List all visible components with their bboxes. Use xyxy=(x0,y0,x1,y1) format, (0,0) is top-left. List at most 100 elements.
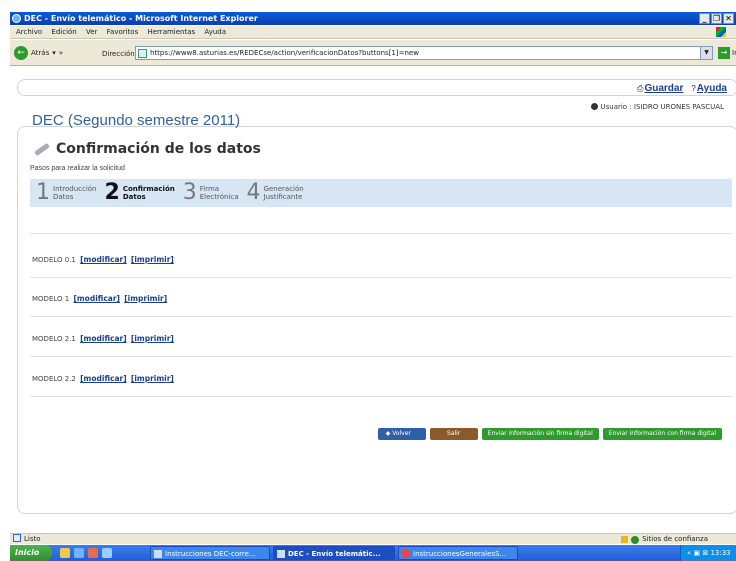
salir-button[interactable]: Salir xyxy=(429,428,478,440)
modelo-name: MODELO 2.2 xyxy=(32,375,76,383)
menu-favoritos[interactable]: Favoritos xyxy=(107,28,139,36)
menu-ver[interactable]: Ver xyxy=(86,28,97,36)
task-label: InstruccionesGeneralesS... xyxy=(413,550,507,558)
menu-archivo[interactable]: Archivo xyxy=(16,28,42,36)
imprimir-link[interactable]: [imprimir] xyxy=(131,255,174,264)
chevron-down-icon[interactable]: ▾ xyxy=(52,49,56,57)
ayuda-link-group[interactable]: ?Ayuda xyxy=(691,83,727,94)
task-dec-envio[interactable]: DEC - Envío telemátic... xyxy=(273,546,395,560)
maximize-button[interactable]: ❐ xyxy=(711,13,722,24)
user-icon xyxy=(591,103,599,110)
step-label-line1: Introducción xyxy=(53,185,97,193)
modificar-link[interactable]: [modificar] xyxy=(80,255,127,264)
send-with-signature-button[interactable]: Enviar información con firma digital xyxy=(602,428,722,440)
send-without-signature-button[interactable]: Enviar información sin firma digital xyxy=(481,428,599,440)
step-label: Firma Electrónica xyxy=(200,185,239,201)
page-status-icon xyxy=(13,534,21,542)
steps-bar: 1 Introducción Datos 2 Confirmación Datos … xyxy=(30,179,732,207)
menu-bar: Archivo Edición Ver Favoritos Herramient… xyxy=(10,26,736,39)
browser-icon[interactable] xyxy=(88,548,98,558)
page-icon xyxy=(138,49,147,58)
modelo-name: MODELO 2.1 xyxy=(32,335,76,343)
step-2: 2 Confirmación Datos xyxy=(105,182,175,204)
ie-task-icon xyxy=(277,550,285,558)
back-button[interactable]: ← Atrás ▾ » xyxy=(14,45,63,61)
pencil-icon xyxy=(34,142,50,156)
close-button[interactable]: ✕ xyxy=(723,13,734,24)
go-button[interactable]: → Ir xyxy=(718,47,736,59)
app-icon[interactable] xyxy=(102,548,112,558)
back-arrow-icon: ← xyxy=(14,46,28,60)
divider xyxy=(30,316,732,317)
modelo-name: MODELO 1 xyxy=(32,295,70,303)
step-label: Generación Justificante xyxy=(264,185,304,201)
task-label: DEC - Envío telemátic... xyxy=(288,550,381,558)
step-label-line2: Datos xyxy=(53,193,74,201)
lock-icon xyxy=(621,536,629,543)
task-instrucciones-generales[interactable]: InstruccionesGeneralesS... xyxy=(398,546,518,560)
menu-herramientas[interactable]: Herramientas xyxy=(147,28,195,36)
windows-logo-icon xyxy=(716,27,726,37)
address-input[interactable]: https://www8.asturias.es/REDECse/action/… xyxy=(135,46,713,60)
folder-icon[interactable] xyxy=(60,548,70,558)
menu-ayuda[interactable]: Ayuda xyxy=(204,28,226,36)
quick-launch xyxy=(60,548,112,558)
step-label-line2: Justificante xyxy=(263,193,303,201)
volver-button[interactable]: ◆ Volver xyxy=(377,428,426,440)
zone-label: Sitios de confianza xyxy=(642,535,708,543)
step-label-line1: Confirmación xyxy=(122,185,175,193)
modelo-row: MODELO 1 [modificar] [imprimir] xyxy=(32,294,167,303)
step-4: 4 Generación Justificante xyxy=(247,182,304,204)
modelo-row: MODELO 0.1 [modificar] [imprimir] xyxy=(32,255,174,264)
section-title: DEC (Segundo semestre 2011) xyxy=(32,112,241,129)
step-1: 1 Introducción Datos xyxy=(36,182,97,204)
ie-quicklaunch-icon[interactable] xyxy=(74,548,84,558)
imprimir-link[interactable]: [imprimir] xyxy=(131,374,174,383)
step-label: Confirmación Datos xyxy=(123,185,175,201)
divider xyxy=(30,233,732,234)
guardar-link-group[interactable]: ⎙Guardar xyxy=(637,83,683,94)
imprimir-link[interactable]: [imprimir] xyxy=(124,294,167,303)
divider xyxy=(30,356,732,357)
top-links: ⎙Guardar ?Ayuda xyxy=(637,83,727,94)
modelo-name: MODELO 0.1 xyxy=(32,256,76,264)
page-title-row: Confirmación de los datos xyxy=(34,141,261,157)
status-text: Listo xyxy=(24,535,41,543)
guardar-link[interactable]: Guardar xyxy=(644,83,683,94)
modificar-link[interactable]: [modificar] xyxy=(80,374,127,383)
top-toolbar-box xyxy=(17,79,736,96)
start-button[interactable]: Inicio xyxy=(10,545,52,561)
window-title: DEC - Envío telemático - Microsoft Inter… xyxy=(24,14,258,23)
task-instrucciones-dec[interactable]: Instrucciones DEC-corre... xyxy=(150,546,270,560)
step-label: Introducción Datos xyxy=(53,185,97,201)
modelo-row: MODELO 2.1 [modificar] [imprimir] xyxy=(32,334,174,343)
task-label: Instrucciones DEC-corre... xyxy=(165,550,256,558)
step-number: 1 xyxy=(36,180,50,205)
system-tray: « ▣ ⊠ 13:33 xyxy=(680,545,736,561)
modificar-link[interactable]: [modificar] xyxy=(73,294,120,303)
modelo-row: MODELO 2.2 [modificar] [imprimir] xyxy=(32,374,174,383)
step-3: 3 Firma Electrónica xyxy=(183,182,239,204)
minimize-button[interactable]: _ xyxy=(699,13,710,24)
modificar-link[interactable]: [modificar] xyxy=(80,334,127,343)
security-zone: Sitios de confianza xyxy=(621,534,708,545)
pdf-icon xyxy=(402,550,410,558)
divider xyxy=(30,277,732,278)
ie-icon xyxy=(12,14,21,23)
imprimir-link[interactable]: [imprimir] xyxy=(131,334,174,343)
ayuda-link[interactable]: Ayuda xyxy=(697,83,727,94)
go-label: Ir xyxy=(732,49,736,57)
steps-subtitle: Pasos para realizar la solicitud xyxy=(30,165,125,172)
status-bar: Listo Sitios de confianza xyxy=(10,533,736,544)
word-icon xyxy=(154,550,162,558)
address-label: Dirección xyxy=(102,50,135,58)
address-dropdown-icon[interactable]: ▼ xyxy=(700,47,712,59)
page-title: Confirmación de los datos xyxy=(56,141,261,157)
help-icon: ? xyxy=(691,84,696,93)
window-titlebar: DEC - Envío telemático - Microsoft Inter… xyxy=(10,12,736,25)
user-name: Usuario : ISIDRO URONES PASCUAL xyxy=(600,103,724,111)
toolbar-chevron-icon[interactable]: » xyxy=(59,49,63,57)
taskbar: Inicio Instrucciones DEC-corre... DEC - … xyxy=(10,545,736,561)
trusted-sites-icon xyxy=(631,535,640,544)
menu-edicion[interactable]: Edición xyxy=(51,28,76,36)
